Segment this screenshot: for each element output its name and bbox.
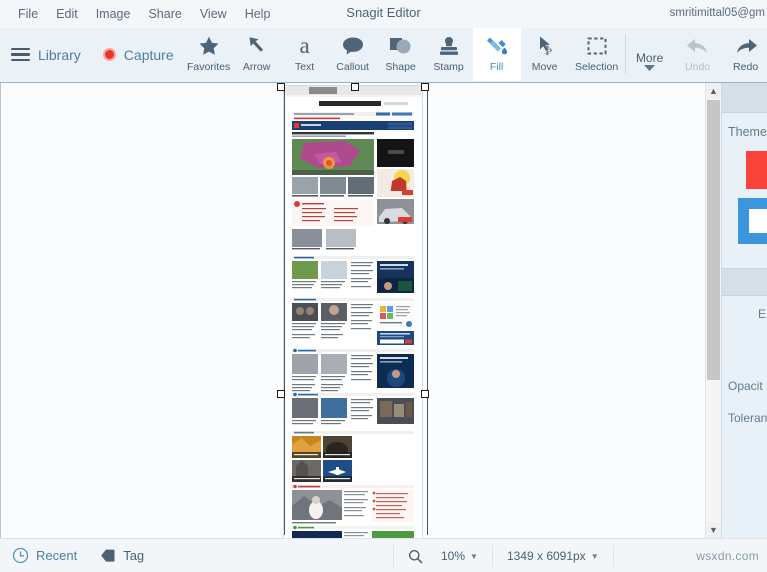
menu-file[interactable]: File xyxy=(9,4,47,24)
star-icon xyxy=(197,32,221,59)
tool-undo-label: Undo xyxy=(685,61,711,73)
scroll-up-arrow[interactable]: ▲ xyxy=(706,83,721,99)
zoom-control[interactable]: 10% ▼ xyxy=(394,539,492,572)
properties-panel: Themes E Opacit Toleran xyxy=(721,83,767,538)
tool-fill-label: Fill xyxy=(489,61,504,73)
status-divider-3 xyxy=(612,545,614,567)
account-email[interactable]: smritimittal05@gm xyxy=(670,7,767,19)
tool-redo[interactable]: Redo xyxy=(722,28,767,81)
tag-label: Tag xyxy=(123,548,145,563)
selection-handle-top-center[interactable] xyxy=(351,83,359,91)
recent-button[interactable]: Recent xyxy=(12,547,77,564)
status-bar: Recent Tag 10% ▼ 1349 x 6091px ▼ wsxdn.c… xyxy=(0,538,767,572)
selection-icon xyxy=(586,32,608,59)
tool-undo[interactable]: Undo xyxy=(674,28,722,81)
main-toolbar: Library Capture Favorites Arrow a Text C… xyxy=(0,28,767,83)
scroll-down-arrow[interactable]: ▼ xyxy=(706,522,721,538)
tool-move-label: Move xyxy=(531,61,558,73)
canvas-vertical-scrollbar[interactable]: ▲ ▼ xyxy=(705,83,721,538)
tolerance-label: Toleran xyxy=(728,411,767,425)
themes-label: Themes xyxy=(728,125,767,139)
tool-callout[interactable]: Callout xyxy=(329,28,377,81)
effects-label: E xyxy=(757,307,766,321)
watermark: wsxdn.com xyxy=(696,549,759,563)
callout-icon xyxy=(341,32,365,59)
capture-button[interactable]: Capture xyxy=(124,47,174,63)
tool-fill[interactable]: Fill xyxy=(472,28,521,81)
theme-swatch-blue-outline[interactable] xyxy=(738,198,767,244)
tool-favorites-label: Favorites xyxy=(187,61,231,73)
zoom-level-label: 10% xyxy=(441,549,466,563)
tool-stamp[interactable]: Stamp xyxy=(425,28,473,81)
chevron-down-icon xyxy=(644,64,656,73)
menu-edit[interactable]: Edit xyxy=(47,4,87,24)
fill-icon xyxy=(484,32,510,59)
library-button[interactable]: Library xyxy=(38,47,81,63)
menu-image[interactable]: Image xyxy=(87,4,140,24)
tool-more-label: More xyxy=(635,50,664,65)
tool-more[interactable]: More xyxy=(626,28,674,81)
properties-panel-header xyxy=(722,83,767,113)
record-icon[interactable] xyxy=(102,48,116,61)
hamburger-icon[interactable] xyxy=(11,47,30,62)
snagit-editor-window: File Edit Image Share View Help Snagit E… xyxy=(0,0,767,572)
menu-bar: File Edit Image Share View Help Snagit E… xyxy=(0,0,767,28)
tool-move[interactable]: Move xyxy=(521,28,569,81)
dimensions-chevron-down-icon: ▼ xyxy=(590,551,599,561)
arrow-icon xyxy=(245,32,269,59)
tool-text[interactable]: a Text xyxy=(281,28,329,81)
menu-item-list: File Edit Image Share View Help xyxy=(9,4,279,24)
tool-stamp-label: Stamp xyxy=(433,61,464,73)
menu-view[interactable]: View xyxy=(191,4,236,24)
tool-shape[interactable]: Shape xyxy=(377,28,425,81)
toolbar-tools-group: Favorites Arrow a Text Callout Shape Sta… xyxy=(185,28,767,81)
theme-swatch-red[interactable] xyxy=(746,151,767,189)
selection-line-right xyxy=(427,83,428,535)
text-icon: a xyxy=(299,33,310,58)
selection-handle-middle-right[interactable] xyxy=(421,390,429,398)
tool-callout-label: Callout xyxy=(336,61,369,73)
tool-favorites[interactable]: Favorites xyxy=(185,28,233,81)
captured-image[interactable] xyxy=(284,86,422,538)
editor-canvas[interactable] xyxy=(0,83,705,538)
clock-icon xyxy=(12,547,29,564)
zoom-chevron-down-icon: ▼ xyxy=(470,551,478,561)
tool-text-label: Text xyxy=(294,61,315,73)
selection-handle-top-left[interactable] xyxy=(277,83,285,91)
tool-selection-label: Selection xyxy=(575,61,619,73)
tag-button[interactable]: Tag xyxy=(99,548,144,563)
selection-handle-top-right[interactable] xyxy=(421,83,429,91)
opacity-label: Opacit xyxy=(728,379,763,393)
toolbar-left-group: Library Capture xyxy=(0,28,174,81)
dimensions-control[interactable]: 1349 x 6091px ▼ xyxy=(493,539,613,572)
the-hindu-homepage-thumbnail xyxy=(284,86,422,538)
tool-arrow-label: Arrow xyxy=(242,61,271,73)
properties-section-divider xyxy=(722,268,767,296)
tag-icon xyxy=(99,548,116,563)
recent-label: Recent xyxy=(36,548,78,563)
canvas-left-border xyxy=(0,83,1,538)
tool-shape-label: Shape xyxy=(385,61,416,73)
tool-arrow[interactable]: Arrow xyxy=(233,28,281,81)
menu-help[interactable]: Help xyxy=(236,4,280,24)
menu-share[interactable]: Share xyxy=(139,4,190,24)
stamp-icon xyxy=(437,32,461,59)
undo-icon xyxy=(685,32,711,59)
properties-spacer-2 xyxy=(722,393,767,411)
selection-line-left xyxy=(284,83,285,535)
move-icon xyxy=(533,32,557,59)
properties-spacer-1 xyxy=(722,321,767,379)
selection-handle-middle-left[interactable] xyxy=(277,390,285,398)
shape-icon xyxy=(388,32,414,59)
dimensions-label: 1349 x 6091px xyxy=(506,549,586,563)
tool-redo-label: Redo xyxy=(733,61,759,73)
scrollbar-thumb[interactable] xyxy=(707,100,720,380)
tool-selection[interactable]: Selection xyxy=(569,28,625,81)
redo-icon xyxy=(733,32,759,59)
status-bar-right-group: 10% ▼ 1349 x 6091px ▼ xyxy=(393,539,614,572)
search-icon xyxy=(408,549,423,564)
